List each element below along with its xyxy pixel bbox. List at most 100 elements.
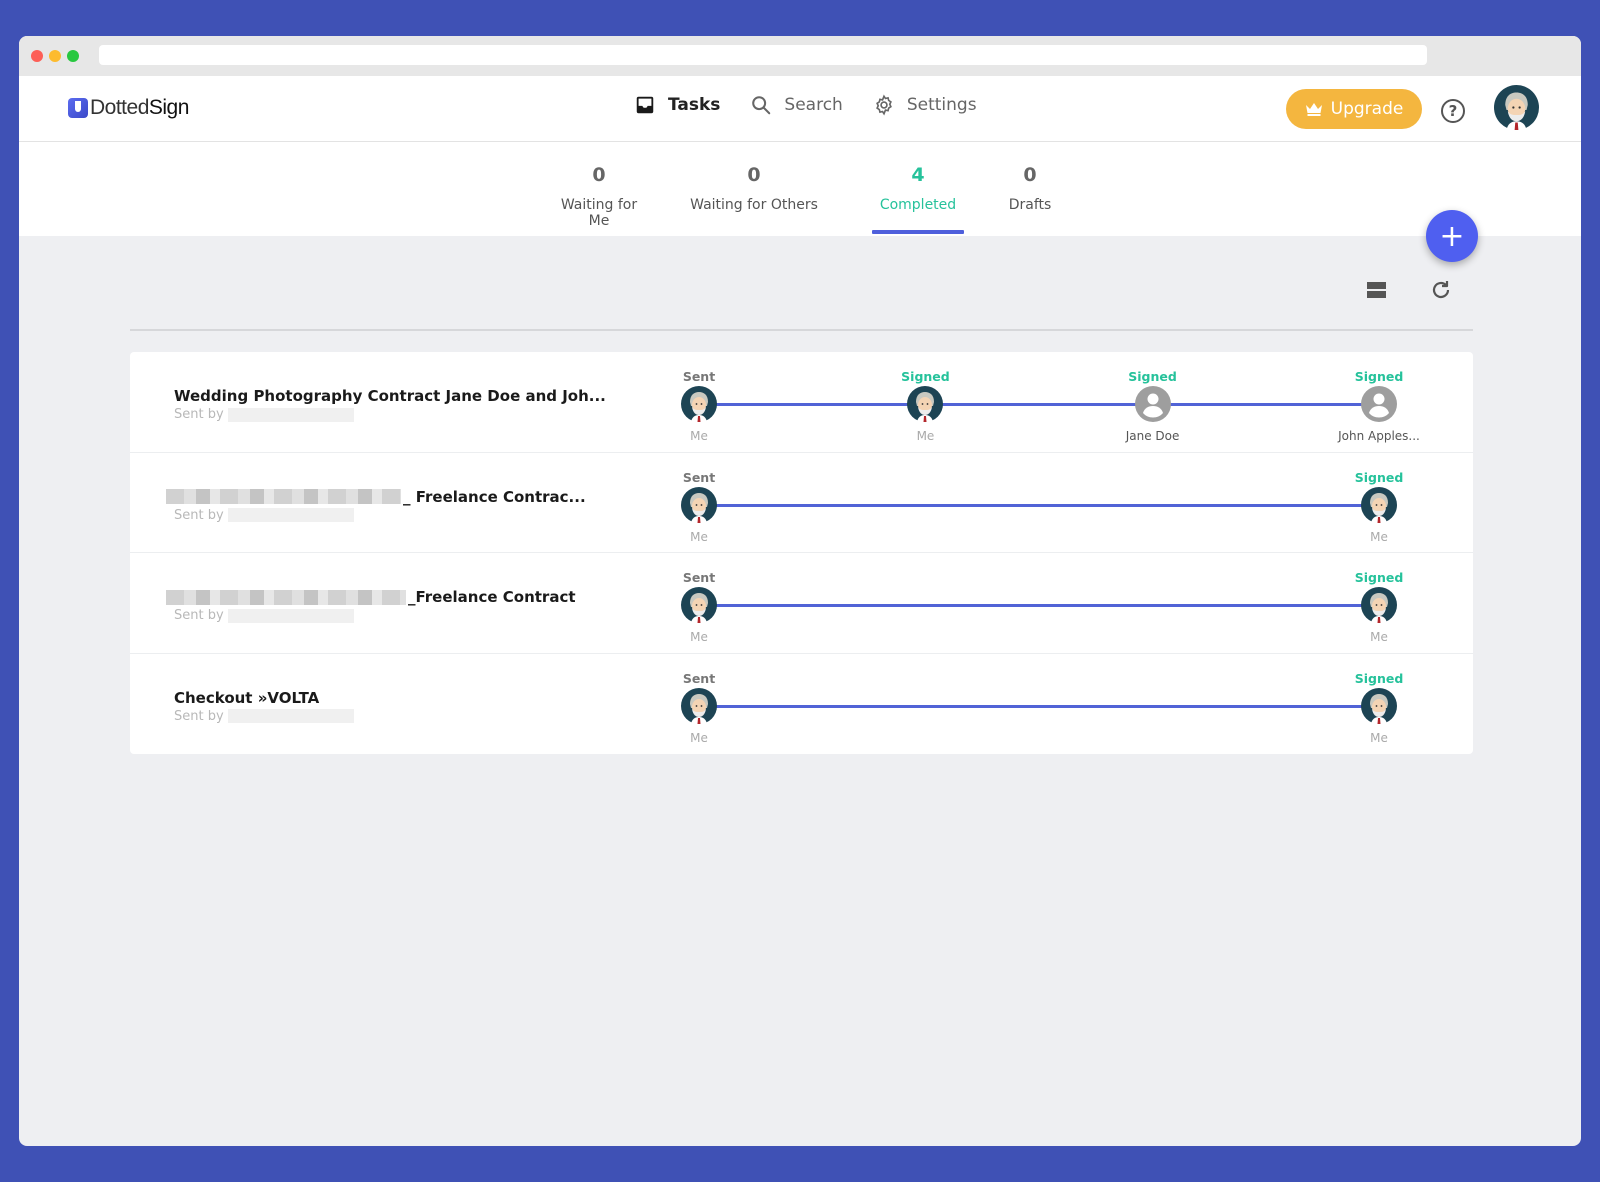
inbox-icon bbox=[636, 96, 654, 114]
document-row[interactable]: _Freelance Contract Sent by Sent Me Signed… bbox=[130, 553, 1473, 654]
signer-name: Me bbox=[690, 429, 708, 443]
signer-avatar[interactable] bbox=[681, 687, 717, 724]
minimize-window-button[interactable] bbox=[49, 50, 61, 62]
refresh-icon[interactable] bbox=[1429, 278, 1453, 302]
timeline-step: Sent Me bbox=[639, 654, 759, 745]
sender-redacted bbox=[227, 407, 354, 422]
document-title-text: _Freelance Contract bbox=[408, 588, 576, 606]
redacted-title-prefix bbox=[166, 589, 406, 605]
nav-tasks[interactable]: Tasks bbox=[634, 94, 720, 116]
tab-drafts[interactable]: 0 Drafts bbox=[1000, 164, 1060, 213]
nav-search[interactable]: Search bbox=[750, 94, 843, 116]
step-status: Signed bbox=[901, 369, 950, 384]
signer-name: Me bbox=[916, 429, 935, 443]
sent-by-label: Sent by bbox=[174, 507, 224, 523]
close-window-button[interactable] bbox=[31, 50, 43, 62]
status-tabs: 0 Waiting for Me 0 Waiting for Others 4 … bbox=[19, 142, 1581, 236]
sent-by-label: Sent by bbox=[174, 407, 224, 422]
tab-completed[interactable]: 4 Completed bbox=[872, 164, 964, 234]
step-status: Signed bbox=[1354, 670, 1404, 686]
sent-by: Sent by bbox=[174, 608, 354, 623]
step-status: Sent bbox=[682, 369, 716, 384]
signer-name: Me bbox=[690, 730, 708, 745]
new-document-button[interactable]: + bbox=[1426, 210, 1478, 262]
document-title[interactable]: Wedding Photography Contract Jane Doe an… bbox=[174, 387, 606, 405]
sender-redacted bbox=[227, 608, 354, 623]
signer-name: Me bbox=[690, 630, 708, 644]
user-avatar[interactable] bbox=[1494, 85, 1539, 130]
tab-count: 4 bbox=[911, 164, 925, 186]
step-status: Signed bbox=[1354, 570, 1404, 585]
browser-window: DottedSign Tasks Search Settings Upgrade… bbox=[19, 36, 1581, 1146]
nav-search-label: Search bbox=[784, 95, 843, 115]
sender-redacted bbox=[227, 508, 354, 522]
document-row[interactable]: Wedding Photography Contract Jane Doe an… bbox=[130, 352, 1473, 453]
document-row[interactable]: _ Freelance Contrac... Sent by Sent Me Sig… bbox=[130, 453, 1473, 553]
signer-avatar[interactable] bbox=[1361, 486, 1397, 523]
sent-by: Sent by bbox=[174, 709, 354, 724]
tab-waiting-for-me[interactable]: 0 Waiting for Me bbox=[549, 164, 649, 229]
document-title-text: Wedding Photography Contract Jane Doe an… bbox=[174, 387, 606, 405]
timeline-track bbox=[699, 403, 1379, 406]
signer-avatar[interactable] bbox=[681, 486, 717, 523]
tab-count: 0 bbox=[747, 164, 761, 186]
logo-text: DottedSign bbox=[90, 96, 189, 119]
document-title[interactable]: _Freelance Contract bbox=[166, 588, 576, 606]
signer-name: John Apples... bbox=[1338, 429, 1420, 443]
signer-avatar[interactable] bbox=[681, 386, 717, 422]
step-status: Sent bbox=[682, 670, 716, 686]
nav-settings[interactable]: Settings bbox=[873, 94, 977, 116]
signer-avatar[interactable] bbox=[1361, 687, 1397, 724]
timeline-step: Signed Jane Doe bbox=[1093, 352, 1213, 443]
document-title[interactable]: Checkout »VOLTA bbox=[174, 689, 319, 707]
logo-icon bbox=[68, 98, 88, 118]
timeline-track bbox=[699, 604, 1379, 607]
sent-by-label: Sent by bbox=[174, 608, 224, 623]
timeline-step: Sent Me bbox=[639, 352, 759, 443]
signing-timeline: Sent Me Signed Me bbox=[679, 453, 1403, 553]
top-navigation: DottedSign Tasks Search Settings Upgrade… bbox=[19, 76, 1581, 142]
tab-waiting-for-others[interactable]: 0 Waiting for Others bbox=[689, 164, 819, 213]
crown-icon bbox=[1305, 103, 1322, 116]
signer-avatar[interactable] bbox=[1361, 587, 1397, 623]
signer-name: Me bbox=[1370, 529, 1388, 544]
maximize-window-button[interactable] bbox=[67, 50, 79, 62]
signer-name: Jane Doe bbox=[1125, 429, 1180, 443]
document-row[interactable]: Checkout »VOLTA Sent by Sent Me Signed Me bbox=[130, 654, 1473, 755]
tab-count: 0 bbox=[592, 164, 606, 186]
timeline-step: Signed Me bbox=[865, 352, 985, 443]
generic-user-icon[interactable] bbox=[1134, 386, 1171, 422]
signer-name: Me bbox=[690, 529, 708, 544]
step-status: Signed bbox=[1354, 369, 1404, 384]
upgrade-button[interactable]: Upgrade bbox=[1286, 89, 1422, 129]
tab-label: Waiting for Others bbox=[690, 197, 818, 213]
document-title[interactable]: _ Freelance Contrac... bbox=[166, 488, 586, 506]
sender-redacted bbox=[227, 709, 354, 723]
sent-by-label: Sent by bbox=[174, 708, 224, 724]
step-status: Signed bbox=[1128, 369, 1177, 384]
step-status: Sent bbox=[682, 570, 716, 585]
step-status: Sent bbox=[682, 469, 716, 485]
signing-timeline: Sent Me Signed Me Signed Jane Doe Signed John A… bbox=[679, 352, 1420, 452]
signer-name: Me bbox=[1370, 730, 1388, 745]
generic-user-icon[interactable] bbox=[1361, 386, 1397, 422]
help-icon[interactable]: ? bbox=[1441, 99, 1465, 123]
search-icon bbox=[752, 96, 771, 115]
signing-timeline: Sent Me Signed Me bbox=[679, 553, 1403, 653]
toolbar-divider bbox=[130, 329, 1473, 331]
logo[interactable]: DottedSign bbox=[68, 96, 189, 120]
nav-tasks-label: Tasks bbox=[668, 95, 721, 115]
document-title-text: Checkout »VOLTA bbox=[174, 688, 320, 707]
document-list: Wedding Photography Contract Jane Doe an… bbox=[130, 352, 1473, 754]
signer-avatar[interactable] bbox=[681, 587, 717, 623]
main-nav: Tasks Search Settings bbox=[634, 94, 977, 116]
tab-label: Completed bbox=[879, 197, 957, 213]
timeline-track bbox=[699, 503, 1379, 507]
address-bar[interactable] bbox=[99, 45, 1427, 65]
list-view-icon[interactable] bbox=[1367, 282, 1386, 298]
timeline-step: Signed John Apples... bbox=[1319, 352, 1439, 443]
document-title-text: _ Freelance Contrac... bbox=[403, 487, 586, 506]
signer-avatar[interactable] bbox=[907, 386, 944, 422]
sent-by: Sent by bbox=[174, 407, 354, 422]
step-status: Signed bbox=[1354, 469, 1404, 485]
